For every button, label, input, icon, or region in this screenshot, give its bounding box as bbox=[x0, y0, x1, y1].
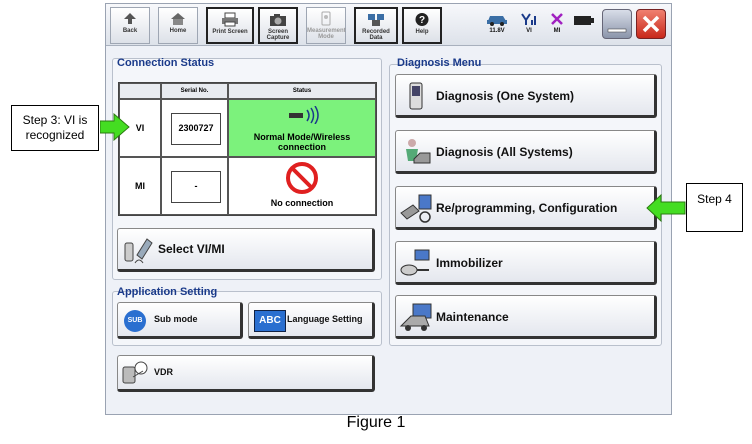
vdr-label: VDR bbox=[154, 367, 174, 377]
immobilizer-label: Immobilizer bbox=[436, 256, 503, 270]
screen-capture-label: Screen Capture bbox=[266, 29, 290, 41]
step4-callout: Step 4 bbox=[686, 183, 743, 232]
help-icon: ? bbox=[415, 13, 429, 26]
handheld-device-icon bbox=[409, 82, 423, 110]
back-button[interactable]: Back bbox=[110, 7, 150, 44]
toolbar: Back Home Print Screen Screen Capture Me… bbox=[106, 4, 671, 46]
home-icon bbox=[171, 13, 185, 25]
diagnosis-one-system-label: Diagnosis (One System) bbox=[436, 89, 575, 103]
connection-status-title: Connection Status bbox=[117, 57, 215, 69]
select-vi-mi-icon bbox=[124, 238, 153, 264]
sub-mode-icon: SUB bbox=[124, 310, 146, 332]
print-screen-button[interactable]: Print Screen bbox=[206, 7, 254, 44]
language-abc-icon: ABC bbox=[254, 310, 286, 332]
mi-serial-value: - bbox=[171, 171, 221, 203]
vdr-icon bbox=[122, 361, 148, 384]
status-header: Status bbox=[228, 83, 376, 99]
minimize-button[interactable] bbox=[602, 9, 632, 39]
figure-caption: Figure 1 bbox=[346, 414, 406, 431]
step3-arrow-icon bbox=[100, 113, 130, 141]
recorded-data-label: Recorded Data bbox=[362, 29, 390, 41]
reprogramming-icon bbox=[400, 194, 432, 223]
mi-status-cell: No connection bbox=[228, 157, 376, 215]
wireless-vi-icon bbox=[289, 106, 319, 124]
step3-callout: Step 3: VI is recognized bbox=[11, 105, 99, 151]
home-button[interactable]: Home bbox=[158, 7, 198, 44]
language-setting-label: Language Setting bbox=[287, 314, 363, 324]
mi-status-label: MI bbox=[553, 28, 561, 34]
diagnosis-all-systems-button[interactable]: Diagnosis (All Systems) bbox=[395, 130, 657, 174]
table-header-blank bbox=[119, 83, 161, 99]
signal-icon bbox=[521, 13, 536, 25]
mi-disconnected-icon bbox=[551, 13, 563, 25]
back-label: Back bbox=[122, 28, 138, 34]
connection-table: Serial No. Status VI 2300727 Normal Mode… bbox=[118, 82, 377, 216]
mi-indicator: MI bbox=[546, 12, 568, 34]
vi-indicator: VI bbox=[518, 12, 540, 34]
sub-mode-button[interactable]: SUB Sub mode bbox=[117, 302, 243, 339]
measurement-mode-button[interactable]: Measurement Mode bbox=[306, 7, 346, 44]
print-screen-label: Print Screen bbox=[212, 29, 248, 35]
battery-voltage: 11.8V bbox=[484, 12, 510, 34]
maintenance-button[interactable]: Maintenance bbox=[395, 295, 657, 339]
no-connection-icon bbox=[286, 162, 318, 194]
home-label: Home bbox=[169, 28, 187, 34]
immobilizer-key-icon bbox=[400, 249, 430, 276]
application-setting-title: Application Setting bbox=[117, 286, 218, 298]
measurement-icon bbox=[321, 11, 331, 26]
vi-status-cell: Normal Mode/Wireless connection bbox=[228, 99, 376, 157]
language-setting-button[interactable]: ABC Language Setting bbox=[248, 302, 375, 339]
select-vi-mi-button[interactable]: Select VI/MI bbox=[117, 228, 375, 272]
screen-capture-button[interactable]: Screen Capture bbox=[258, 7, 298, 44]
vi-serial-value: 2300727 bbox=[171, 113, 221, 145]
help-button[interactable]: ? Help bbox=[402, 7, 442, 44]
vdr-button[interactable]: VDR bbox=[117, 355, 375, 392]
vi-status-label: VI bbox=[526, 28, 532, 34]
printer-icon bbox=[222, 12, 238, 27]
vi-serial-cell: 2300727 bbox=[161, 99, 228, 157]
recorded-data-icon bbox=[368, 14, 384, 26]
back-arrow-icon bbox=[124, 13, 136, 24]
diagnosis-one-system-button[interactable]: Diagnosis (One System) bbox=[395, 74, 657, 118]
diagnosis-menu-title: Diagnosis Menu bbox=[397, 57, 482, 69]
sub-mode-label: Sub mode bbox=[154, 314, 198, 324]
mi-row-label: MI bbox=[119, 157, 161, 215]
technician-car-icon bbox=[406, 139, 431, 164]
close-button[interactable] bbox=[636, 9, 666, 39]
serial-header: Serial No. bbox=[161, 83, 228, 99]
maintenance-label: Maintenance bbox=[436, 310, 509, 324]
vi-status-text: Normal Mode/Wireless connection bbox=[253, 132, 351, 152]
reprogramming-configuration-label: Re/programming, Configuration bbox=[436, 201, 618, 215]
step4-arrow-icon bbox=[646, 194, 686, 222]
voltage-label: 11.8V bbox=[489, 28, 505, 34]
select-vi-mi-label: Select VI/MI bbox=[158, 242, 225, 256]
minimize-icon bbox=[607, 28, 627, 33]
battery-indicator bbox=[574, 14, 594, 28]
help-label: Help bbox=[415, 29, 429, 35]
close-icon bbox=[642, 15, 660, 33]
camera-icon bbox=[270, 14, 286, 26]
svg-text:?: ? bbox=[419, 15, 425, 26]
battery-icon bbox=[574, 16, 594, 25]
mi-status-text: No connection bbox=[270, 198, 334, 208]
recorded-data-button[interactable]: Recorded Data bbox=[354, 7, 398, 44]
immobilizer-button[interactable]: Immobilizer bbox=[395, 241, 657, 285]
diagnosis-all-systems-label: Diagnosis (All Systems) bbox=[436, 145, 573, 159]
car-icon bbox=[487, 16, 507, 26]
reprogramming-configuration-button[interactable]: Re/programming, Configuration bbox=[395, 186, 657, 230]
maintenance-icon bbox=[399, 303, 432, 331]
measurement-mode-label: Measurement Mode bbox=[307, 28, 346, 40]
mi-serial-cell: - bbox=[161, 157, 228, 215]
